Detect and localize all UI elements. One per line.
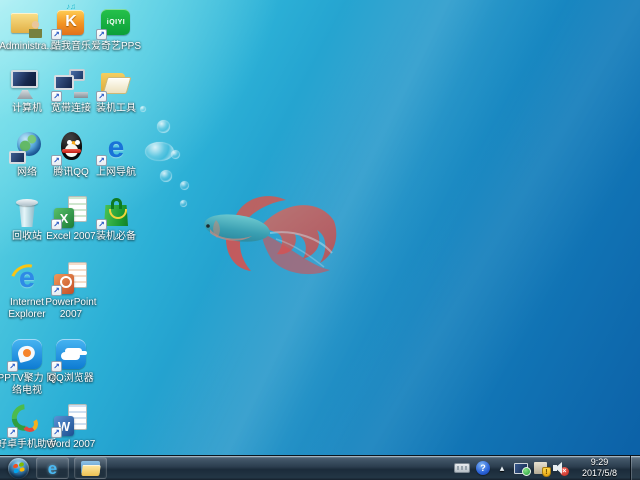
icon-label: Word 2007 [46, 439, 96, 450]
icon-label: 网络 [17, 167, 37, 178]
iqiyi-pps-icon: iQIYI [96, 6, 134, 40]
shortcut-arrow-icon [51, 91, 62, 102]
shortcut-arrow-icon [51, 29, 62, 40]
action-center-warning-icon[interactable] [533, 462, 551, 477]
windows7-desktop: Administra... K 酷我音乐 iQIYI 爱奇艺PPS 计算机 [0, 0, 640, 480]
install-tools-icon [96, 68, 134, 102]
computer-icon [9, 68, 45, 100]
icon-label: PPTV聚力 网络电视 [0, 373, 57, 396]
shortcut-arrow-icon [51, 285, 62, 296]
system-tray: ? × 9:29 2017/5/8 [453, 455, 640, 480]
windows-flag-icon [12, 462, 18, 469]
desktop-icon-kuwo-music[interactable]: K 酷我音乐 [39, 2, 103, 53]
start-button[interactable] [5, 456, 31, 480]
icon-label: 上网导航 [96, 167, 136, 178]
taskbar-internet-explorer[interactable]: e [36, 457, 69, 479]
icon-label: Excel 2007 [46, 231, 96, 242]
desktop-icon-web-navigation[interactable]: e 上网导航 [84, 131, 148, 179]
qq-browser-icon [51, 338, 89, 372]
tencent-qq-icon [51, 132, 89, 166]
excel-2007-icon: X [51, 196, 89, 230]
haozhuo-phone-assistant-icon [7, 404, 45, 438]
icon-label: Internet Explorer [8, 297, 46, 320]
powerpoint-2007-icon [51, 262, 89, 296]
shortcut-arrow-icon [96, 219, 107, 230]
bubble [157, 120, 170, 133]
desktop-icon-powerpoint-2007[interactable]: PowerPoint 2007 [39, 262, 103, 321]
internet-explorer-icon: e [9, 262, 45, 294]
bubble [180, 181, 189, 190]
betta-fish [204, 196, 337, 275]
wallpaper: Administra... K 酷我音乐 iQIYI 爱奇艺PPS 计算机 [0, 0, 640, 455]
icon-label: 好卓手机助手 [0, 439, 57, 450]
shortcut-arrow-icon [96, 91, 107, 102]
icon-label: Administra... [0, 41, 55, 52]
help-question-icon[interactable]: ? [475, 461, 490, 475]
desktop-icon-essential-software[interactable]: 装机必备 [84, 196, 148, 243]
shortcut-arrow-icon [51, 361, 62, 372]
bubble [140, 106, 146, 112]
internet-explorer-icon: e [47, 458, 58, 478]
network-icon [9, 132, 45, 164]
icon-label: 宽带连接 [51, 103, 91, 114]
clock-time: 9:29 [590, 457, 609, 467]
broadband-connection-icon [51, 68, 89, 102]
windows-orb-icon [7, 457, 29, 479]
clock-date: 2017/5/8 [581, 468, 617, 478]
administrator-icon [9, 6, 45, 38]
icon-label: 回收站 [12, 231, 42, 242]
desktop-icon-tencent-qq[interactable]: 腾讯QQ [39, 132, 103, 179]
input-method-keyboard-icon[interactable] [453, 463, 470, 473]
shortcut-arrow-icon [51, 155, 62, 166]
recycle-bin-icon [9, 196, 45, 228]
taskbar-clock[interactable]: 9:29 2017/5/8 [575, 457, 624, 479]
desktop-icon-word-2007[interactable]: W Word 2007 [39, 404, 103, 451]
icon-label: 爱奇艺PPS [90, 41, 141, 52]
show-desktop-button[interactable] [630, 455, 640, 480]
shortcut-arrow-icon [51, 219, 62, 230]
shortcut-arrow-icon [7, 361, 18, 372]
kuwo-music-icon: K [51, 2, 89, 40]
pc-security-ok-icon[interactable] [513, 462, 531, 476]
bubble [145, 142, 174, 161]
shortcut-arrow-icon [96, 29, 107, 40]
desktop-icon-qq-browser[interactable]: QQ浏览器 [39, 338, 103, 385]
taskbar-windows-explorer[interactable] [74, 457, 107, 479]
taskbar: e ? × 9:29 2017/5/8 [0, 455, 640, 480]
web-navigation-icon: e [96, 131, 134, 166]
volume-muted-icon[interactable]: × [552, 461, 569, 476]
mute-badge-icon: × [559, 467, 569, 476]
icon-label: 计算机 [12, 103, 42, 114]
desktop-icon-install-tools[interactable]: 装机工具 [84, 68, 148, 115]
essential-software-icon [96, 196, 134, 230]
icon-label: 装机必备 [96, 231, 136, 242]
icon-label: QQ浏览器 [48, 373, 94, 384]
pptv-icon [7, 338, 45, 372]
show-hidden-icons-button[interactable] [496, 461, 508, 475]
bubble [171, 150, 180, 159]
icon-label: 腾讯QQ [53, 167, 89, 178]
desktop-icon-excel-2007[interactable]: X Excel 2007 [39, 196, 103, 243]
desktop-icon-broadband-connection[interactable]: 宽带连接 [39, 68, 103, 115]
folder-icon [81, 460, 100, 476]
shortcut-arrow-icon [96, 155, 107, 166]
icon-label: 酷我音乐 [51, 41, 91, 52]
bubble [160, 170, 172, 182]
icon-label: PowerPoint 2007 [45, 297, 97, 320]
shortcut-arrow-icon [51, 427, 62, 438]
icon-label: 装机工具 [96, 103, 136, 114]
desktop-icon-grid: Administra... K 酷我音乐 iQIYI 爱奇艺PPS 计算机 [0, 0, 640, 455]
bubble [180, 200, 187, 207]
shortcut-arrow-icon [7, 427, 18, 438]
desktop-icon-iqiyi-pps[interactable]: iQIYI 爱奇艺PPS [84, 6, 148, 53]
word-2007-icon: W [51, 404, 89, 438]
